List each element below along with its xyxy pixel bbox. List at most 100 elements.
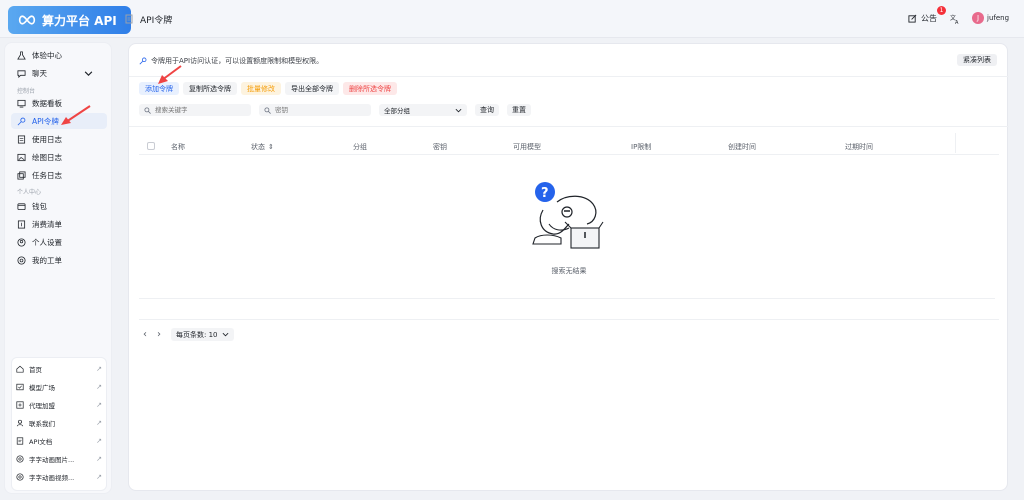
notice-label: 公告 [921, 14, 937, 23]
flask-icon [17, 50, 26, 60]
column-ip-limit: IP限制 [631, 143, 652, 151]
key-search-input[interactable] [275, 106, 365, 114]
compact-list-button[interactable]: 紧凑列表 [957, 54, 997, 66]
external-link-icon: ↗ [96, 401, 102, 409]
key-icon [139, 57, 147, 65]
pagination: ‹ › 每页条数: 10 [143, 328, 234, 341]
empty-search-illustration: ? [532, 182, 604, 249]
log-icon [17, 134, 26, 144]
prev-page-icon[interactable]: ‹ [143, 329, 147, 340]
document-icon [125, 14, 133, 24]
annotation-arrow-add [158, 65, 182, 84]
link-model-square[interactable]: 模型广场 ↗ [16, 380, 104, 394]
link-label: 首页 [29, 366, 42, 374]
svg-text:A: A [955, 20, 959, 24]
group-select[interactable]: 全部分组 [379, 104, 467, 116]
notice-badge: 1 [937, 6, 946, 15]
svg-text:?: ? [541, 186, 549, 201]
page-size-select[interactable]: 每页条数: 10 [171, 328, 234, 341]
column-status[interactable]: 状态 ⇕ [251, 142, 274, 152]
column-name: 名称 [171, 143, 185, 151]
export-all-button[interactable]: 导出全部令牌 [285, 82, 339, 95]
link-animation-image[interactable]: 字字动画图片... ↗ [16, 452, 104, 466]
sidebar-item-experience[interactable]: 体验中心 [11, 47, 107, 63]
divider [129, 76, 1009, 77]
sidebar-item-label: 个人设置 [32, 237, 62, 247]
column-models: 可用模型 [513, 143, 541, 151]
column-key: 密钥 [433, 143, 447, 151]
sidebar-item-label: 我的工单 [32, 255, 62, 265]
key-search-field[interactable] [259, 104, 371, 116]
keyword-search-field[interactable] [139, 104, 251, 116]
section-personal: 个人中心 [17, 189, 42, 196]
sidebar-item-settings[interactable]: 个人设置 [11, 234, 107, 250]
column-expires: 过期时间 [845, 143, 873, 151]
link-animation-video[interactable]: 字字动画视频... ↗ [16, 470, 104, 484]
avatar: J [972, 12, 984, 24]
batch-edit-button[interactable]: 批量修改 [241, 82, 281, 95]
next-page-icon[interactable]: › [157, 329, 161, 340]
sidebar-item-billing[interactable]: 消费清单 [11, 216, 107, 232]
sidebar-item-usage-logs[interactable]: 使用日志 [11, 131, 107, 147]
column-created: 创建时间 [728, 143, 756, 151]
link-label: 代理加盟 [29, 402, 55, 410]
search-icon [144, 106, 151, 114]
sidebar-item-tickets[interactable]: 我的工单 [11, 252, 107, 268]
app-name: 算力平台 API [42, 13, 117, 28]
translate-icon[interactable]: 文 A [950, 14, 960, 24]
page-title: API令牌 [140, 16, 173, 26]
chevron-down-icon [455, 108, 462, 112]
sidebar-item-chat[interactable]: 聊天 [11, 65, 107, 81]
link-contact[interactable]: 联系我们 ↗ [16, 416, 104, 430]
chevron-down-icon [222, 332, 228, 337]
smile-icon [16, 473, 24, 481]
store-icon [16, 383, 24, 391]
empty-state-text: 搜索无结果 [551, 267, 587, 275]
sort-icon[interactable]: ⇕ [268, 143, 274, 151]
column-divider [955, 133, 956, 153]
plus-square-icon [16, 401, 24, 409]
sidebar-item-drawing-logs[interactable]: 绘图日志 [11, 149, 107, 165]
app-logo[interactable]: 算力平台 API [8, 6, 131, 34]
chat-icon [17, 69, 26, 78]
page-size-label: 每页条数: 10 [176, 330, 218, 339]
sidebar-item-task-logs[interactable]: 任务日志 [11, 167, 107, 183]
sidebar-item-label: 使用日志 [32, 134, 62, 144]
column-group: 分组 [353, 143, 367, 151]
sidebar-item-label: 任务日志 [32, 170, 62, 180]
monitor-icon [17, 99, 26, 108]
chevron-down-icon[interactable] [84, 69, 93, 78]
bottom-links-panel: 首页 ↗ 模型广场 ↗ 代理加盟 ↗ 联系我们 ↗ API文档 ↗ 字字动画图片… [11, 357, 107, 491]
keyword-search-input[interactable] [155, 106, 245, 114]
link-agent[interactable]: 代理加盟 ↗ [16, 398, 104, 412]
notice-button[interactable]: 公告 [908, 13, 937, 24]
infinity-logo-icon [18, 15, 36, 25]
doc-icon [16, 437, 24, 445]
contact-icon [16, 419, 24, 427]
sidebar-item-label: API令牌 [32, 116, 59, 126]
sidebar-item-wallet[interactable]: 钱包 [11, 198, 107, 214]
tokens-card: 令牌用于API访问认证，可以设置额度限制和模型权限。 紧凑列表 添加令牌 复制所… [128, 43, 1009, 491]
sidebar-item-label: 聊天 [32, 68, 47, 78]
user-menu[interactable]: J jufeng [972, 12, 1009, 24]
link-label: 字字动画图片... [29, 456, 75, 464]
sidebar-item-label: 钱包 [32, 201, 47, 211]
search-icon [264, 106, 271, 114]
link-api-docs[interactable]: API文档 ↗ [16, 434, 104, 448]
divider [129, 126, 1009, 127]
user-settings-icon [17, 237, 26, 247]
external-link-icon: ↗ [96, 455, 102, 463]
link-label: 模型广场 [29, 384, 55, 392]
key-icon [17, 117, 26, 125]
column-status-label: 状态 [251, 143, 265, 151]
home-icon [16, 365, 24, 373]
delete-selected-button[interactable]: 删除所选令牌 [343, 82, 397, 95]
sidebar-item-label: 消费清单 [32, 219, 62, 229]
copy-selected-button[interactable]: 复制所选令牌 [183, 82, 237, 95]
query-button[interactable]: 查询 [475, 104, 499, 116]
group-select-value: 全部分组 [384, 107, 410, 115]
reset-button[interactable]: 重置 [507, 104, 531, 116]
select-all-checkbox[interactable] [147, 142, 155, 150]
link-home[interactable]: 首页 ↗ [16, 362, 104, 376]
ticket-icon [17, 255, 26, 265]
